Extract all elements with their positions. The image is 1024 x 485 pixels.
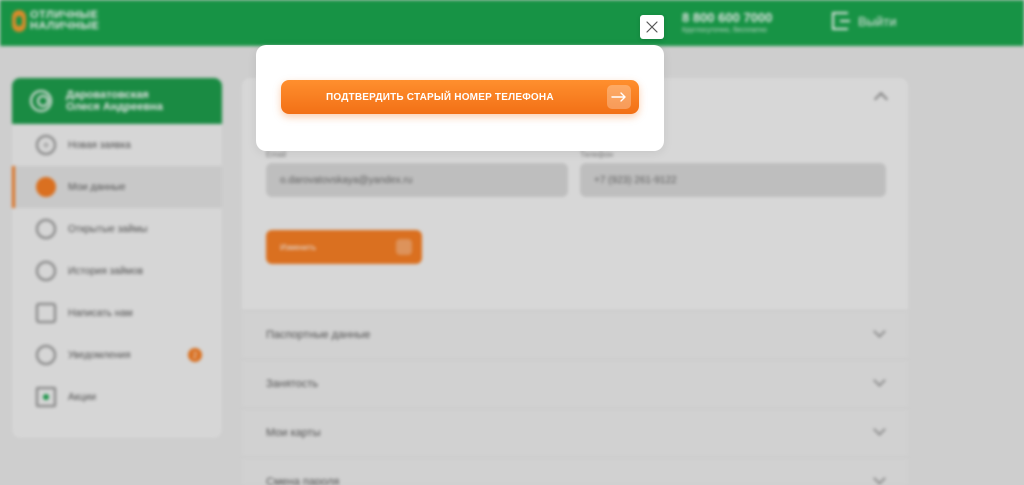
confirm-old-phone-button[interactable]: ПОДТВЕРДИТЬ СТАРЫЙ НОМЕР ТЕЛЕФОНА: [281, 80, 639, 114]
arrow-right-icon: [607, 85, 631, 109]
close-modal-button[interactable]: [640, 15, 664, 39]
confirm-button-label: ПОДТВЕРДИТЬ СТАРЫЙ НОМЕР ТЕЛЕФОНА: [326, 91, 554, 103]
confirm-phone-modal: ПОДТВЕРДИТЬ СТАРЫЙ НОМЕР ТЕЛЕФОНА: [256, 45, 664, 151]
close-icon: [646, 21, 658, 33]
